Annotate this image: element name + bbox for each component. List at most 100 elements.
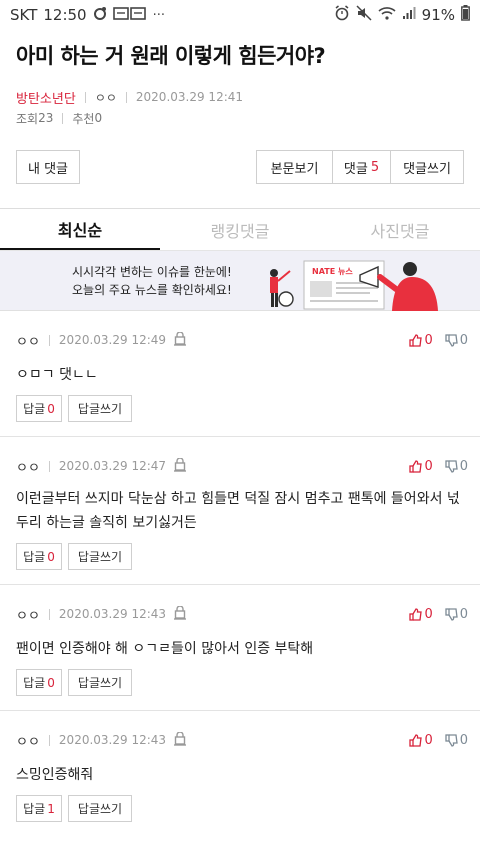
reply-button[interactable]: 답글 1 — [16, 795, 62, 822]
signal-icon — [402, 6, 416, 24]
battery-icon — [461, 5, 470, 25]
downvote-count: 0 — [459, 332, 468, 348]
thumbs-down-icon — [445, 333, 458, 347]
reply-label: 답글 — [23, 802, 46, 816]
divider — [125, 91, 127, 103]
banner-line-2: 오늘의 주요 뉴스를 확인하세요! — [72, 282, 232, 297]
thumbs-up-icon — [409, 333, 423, 347]
comment-body: 이런글부터 쓰지마 닥눈삼 하고 힘들면 덕질 잠시 멈추고 팬톡에 들어와서 … — [16, 491, 460, 531]
comments-count: 5 — [370, 159, 380, 175]
comment-header: ㅇㅇ 2020.03.29 12:43 0 0 — [16, 603, 468, 625]
thumbs-up-icon — [409, 733, 423, 747]
divider — [48, 734, 50, 746]
board-name[interactable]: 방탄소년단 — [16, 88, 76, 107]
comment-item: ㅇㅇ 2020.03.29 12:43 0 0 팬이면 인증해야 해 ㅇㄱㄹ들이… — [0, 585, 480, 711]
reply-count: 0 — [47, 549, 55, 564]
reply-count: 1 — [47, 801, 55, 816]
views-label: 조회 — [16, 111, 39, 126]
downvote-count: 0 — [459, 458, 468, 474]
downvote-count: 0 — [459, 606, 468, 622]
post-title: 아미 하는 거 원래 이렇게 힘든거야? — [16, 44, 326, 68]
comment-item: ㅇㅇ 2020.03.29 12:43 0 0 스밍인증해줘 답글 1 답글쓰기 — [0, 711, 480, 837]
write-comment-button[interactable]: 댓글쓰기 — [390, 150, 464, 184]
comment-header: ㅇㅇ 2020.03.29 12:43 0 0 — [16, 729, 468, 751]
upvote-button[interactable]: 0 — [409, 732, 433, 748]
reply-button[interactable]: 답글 0 — [16, 669, 62, 696]
banner-text: 시시각각 변하는 이슈를 한눈에! 오늘의 주요 뉴스를 확인하세요! — [72, 263, 232, 299]
thumbs-down-icon — [445, 459, 458, 473]
alarm-icon — [334, 5, 350, 25]
reply-button[interactable]: 답글 0 — [16, 543, 62, 570]
comment-votes: 0 0 — [409, 733, 468, 748]
comment-author: ㅇㅇ — [16, 334, 40, 350]
tab-latest[interactable]: 최신순 — [0, 209, 160, 250]
reply-label: 답글 — [23, 676, 46, 690]
upvote-button[interactable]: 0 — [409, 606, 433, 622]
write-reply-button[interactable]: 답글쓰기 — [68, 795, 132, 822]
upvote-count: 0 — [424, 458, 433, 474]
write-reply-button[interactable]: 답글쓰기 — [68, 395, 132, 422]
mute-icon — [356, 5, 372, 25]
battery-percent: 91% — [421, 6, 455, 24]
comment-actions: 답글 1 답글쓰기 — [16, 795, 464, 822]
comment-date: 2020.03.29 12:47 — [58, 459, 167, 473]
report-icon[interactable] — [174, 456, 187, 475]
clock: 12:50 — [43, 6, 87, 24]
comment-body: ㅇㅁㄱ 댓ㄴㄴ — [16, 367, 98, 383]
more-notifications-icon: ··· — [152, 7, 165, 23]
comment-author: ㅇㅇ — [16, 608, 40, 624]
upvote-count: 0 — [424, 606, 433, 622]
comments-label: 댓글 — [343, 161, 368, 177]
comment-author: ㅇㅇ — [16, 460, 40, 476]
carrier-label: SKT — [10, 6, 38, 24]
notification-icon — [93, 6, 107, 24]
comment-actions: 답글 0 답글쓰기 — [16, 669, 464, 696]
downvote-button[interactable]: 0 — [445, 733, 468, 748]
divider — [84, 91, 86, 103]
tab-photo[interactable]: 사진댓글 — [320, 209, 480, 250]
banner-line-1: 시시각각 변하는 이슈를 한눈에! — [72, 264, 232, 279]
comment-item: ㅇㅇ 2020.03.29 12:47 0 0 이런글부터 쓰지마 닥눈삼 하고… — [0, 437, 480, 585]
reply-label: 답글 — [23, 550, 46, 564]
upvote-count: 0 — [424, 732, 433, 748]
comment-body: 스밍인증해줘 — [16, 767, 94, 783]
downvote-button[interactable]: 0 — [445, 333, 468, 348]
downvote-button[interactable]: 0 — [445, 459, 468, 474]
my-comments-button[interactable]: 내 댓글 — [16, 150, 80, 184]
wifi-icon — [378, 6, 396, 24]
app-notification-icon — [112, 6, 147, 24]
downvote-button[interactable]: 0 — [445, 607, 468, 622]
comment-body: 팬이면 인증해야 해 ㅇㄱㄹ들이 많아서 인증 부탁해 — [16, 641, 314, 657]
reply-count: 0 — [47, 401, 55, 416]
reply-count: 0 — [47, 675, 55, 690]
write-reply-button[interactable]: 답글쓰기 — [68, 543, 132, 570]
recommend-label: 추천 — [72, 111, 95, 126]
comment-date: 2020.03.29 12:49 — [58, 333, 167, 347]
upvote-button[interactable]: 0 — [409, 332, 433, 348]
downvote-count: 0 — [459, 732, 468, 748]
tab-ranking[interactable]: 랭킹댓글 — [160, 209, 320, 250]
comment-date: 2020.03.29 12:43 — [58, 733, 167, 747]
banner-illustration: NATE 뉴스 — [270, 260, 438, 311]
upvote-count: 0 — [424, 332, 433, 348]
comment-toolbar: 내 댓글 본문보기 댓글 5 댓글쓰기 — [0, 150, 480, 184]
upvote-button[interactable]: 0 — [409, 458, 433, 474]
write-reply-button[interactable]: 답글쓰기 — [68, 669, 132, 696]
comment-button-group: 본문보기 댓글 5 댓글쓰기 — [256, 150, 464, 184]
thumbs-down-icon — [445, 607, 458, 621]
report-icon[interactable] — [174, 604, 187, 623]
comment-votes: 0 0 — [409, 333, 468, 348]
comment-date: 2020.03.29 12:43 — [58, 607, 167, 621]
comment-votes: 0 0 — [409, 607, 468, 622]
comments-button[interactable]: 댓글 5 — [332, 150, 390, 184]
report-icon[interactable] — [174, 330, 187, 349]
divider — [62, 112, 64, 124]
thumbs-up-icon — [409, 607, 423, 621]
comment-item: ㅇㅇ 2020.03.29 12:49 0 0 ㅇㅁㄱ 댓ㄴㄴ 답글 0 답글쓰기 — [0, 311, 480, 437]
comment-header: ㅇㅇ 2020.03.29 12:47 0 0 — [16, 455, 468, 477]
thumbs-down-icon — [445, 733, 458, 747]
news-banner[interactable]: 시시각각 변하는 이슈를 한눈에! 오늘의 주요 뉴스를 확인하세요! NATE… — [0, 251, 480, 311]
reply-button[interactable]: 답글 0 — [16, 395, 62, 422]
report-icon[interactable] — [174, 730, 187, 749]
view-body-button[interactable]: 본문보기 — [256, 150, 332, 184]
